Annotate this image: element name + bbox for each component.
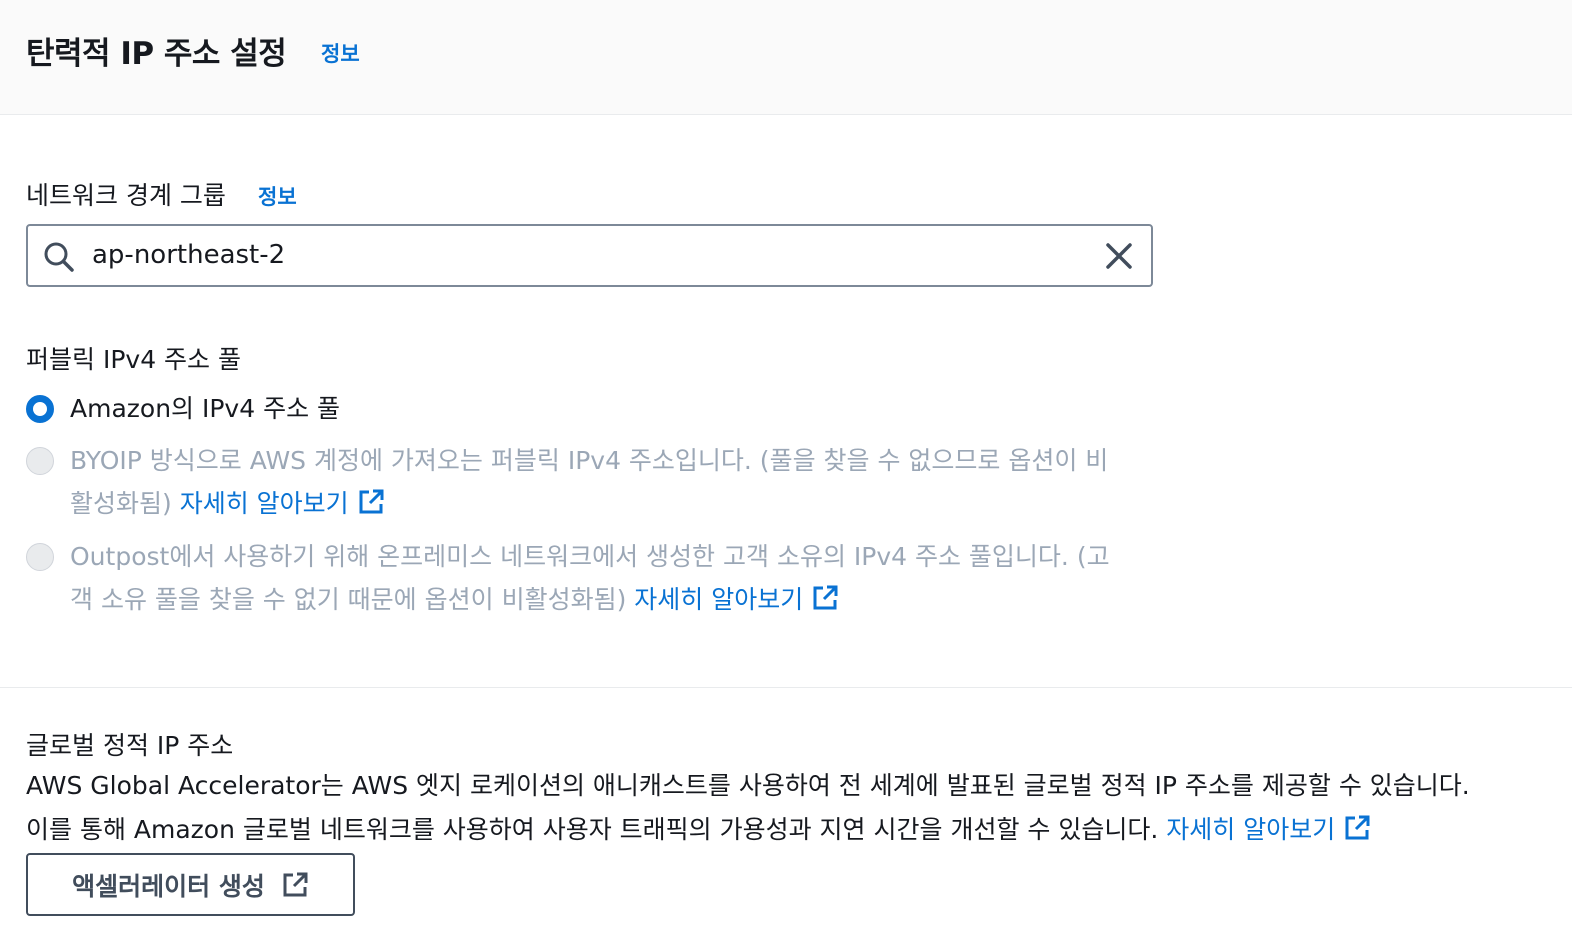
option-coip-line2: 객 소유 풀을 찾을 수 없기 때문에 옵션이 비활성화됨) 자세히 알아보기 bbox=[70, 578, 839, 622]
option-byoip-line2: 활성화됨) 자세히 알아보기 bbox=[70, 482, 385, 526]
global-accelerator-learn-more-text: 자세히 알아보기 bbox=[1166, 815, 1336, 844]
radio-amazon-pool[interactable] bbox=[26, 395, 54, 423]
header-info-link[interactable]: 정보 bbox=[321, 38, 360, 68]
network-border-group-input[interactable] bbox=[92, 240, 1072, 270]
byoip-learn-more-link[interactable]: 자세히 알아보기 bbox=[180, 489, 385, 518]
create-accelerator-button[interactable]: 액셀러레이터 생성 bbox=[26, 853, 355, 916]
option-byoip-line1: BYOIP 방식으로 AWS 계정에 가져오는 퍼블릭 IPv4 주소입니다. … bbox=[70, 446, 1109, 475]
create-accelerator-label: 액셀러레이터 생성 bbox=[72, 871, 265, 901]
network-border-group-info-link[interactable]: 정보 bbox=[258, 181, 297, 211]
external-link-icon bbox=[359, 489, 384, 514]
coip-learn-more-link[interactable]: 자세히 알아보기 bbox=[634, 585, 839, 614]
global-static-ip-desc-text: 이를 통해 Amazon 글로벌 네트워크를 사용하여 사용자 트래픽의 가용성… bbox=[26, 815, 1159, 844]
radio-coip-pool bbox=[26, 543, 54, 571]
external-link-icon bbox=[283, 872, 308, 896]
section-divider bbox=[0, 687, 1572, 688]
clear-icon[interactable] bbox=[1103, 240, 1135, 272]
coip-learn-more-text: 자세히 알아보기 bbox=[634, 585, 804, 614]
option-coip-text: 객 소유 풀을 찾을 수 없기 때문에 옵션이 비활성화됨) bbox=[70, 585, 627, 614]
option-amazon-pool-label: Amazon의 IPv4 주소 풀 bbox=[70, 394, 341, 423]
ipv4-pool-label: 퍼블릭 IPv4 주소 풀 bbox=[26, 345, 241, 374]
search-icon bbox=[44, 242, 74, 272]
global-accelerator-learn-more-link[interactable]: 자세히 알아보기 bbox=[1166, 815, 1371, 844]
option-coip-line1: Outpost에서 사용하기 위해 온프레미스 네트워크에서 생성한 고객 소유… bbox=[70, 542, 1110, 571]
global-static-ip-label: 글로벌 정적 IP 주소 bbox=[26, 731, 234, 760]
radio-byoip-pool bbox=[26, 447, 54, 475]
external-link-icon bbox=[1345, 815, 1370, 840]
global-static-ip-desc-line2: 이를 통해 Amazon 글로벌 네트워크를 사용하여 사용자 트래픽의 가용성… bbox=[26, 808, 1371, 852]
page-header: 탄력적 IP 주소 설정 정보 bbox=[0, 0, 1572, 115]
byoip-learn-more-text: 자세히 알아보기 bbox=[179, 489, 349, 518]
external-link-icon bbox=[813, 585, 838, 610]
network-border-group-search[interactable] bbox=[26, 224, 1153, 287]
global-static-ip-desc-line1: AWS Global Accelerator는 AWS 엣지 로케이션의 애니캐… bbox=[26, 771, 1470, 800]
page-title: 탄력적 IP 주소 설정 bbox=[26, 36, 287, 72]
option-byoip-text: 활성화됨) bbox=[70, 489, 172, 518]
network-border-group-label: 네트워크 경계 그룹 bbox=[26, 181, 226, 210]
